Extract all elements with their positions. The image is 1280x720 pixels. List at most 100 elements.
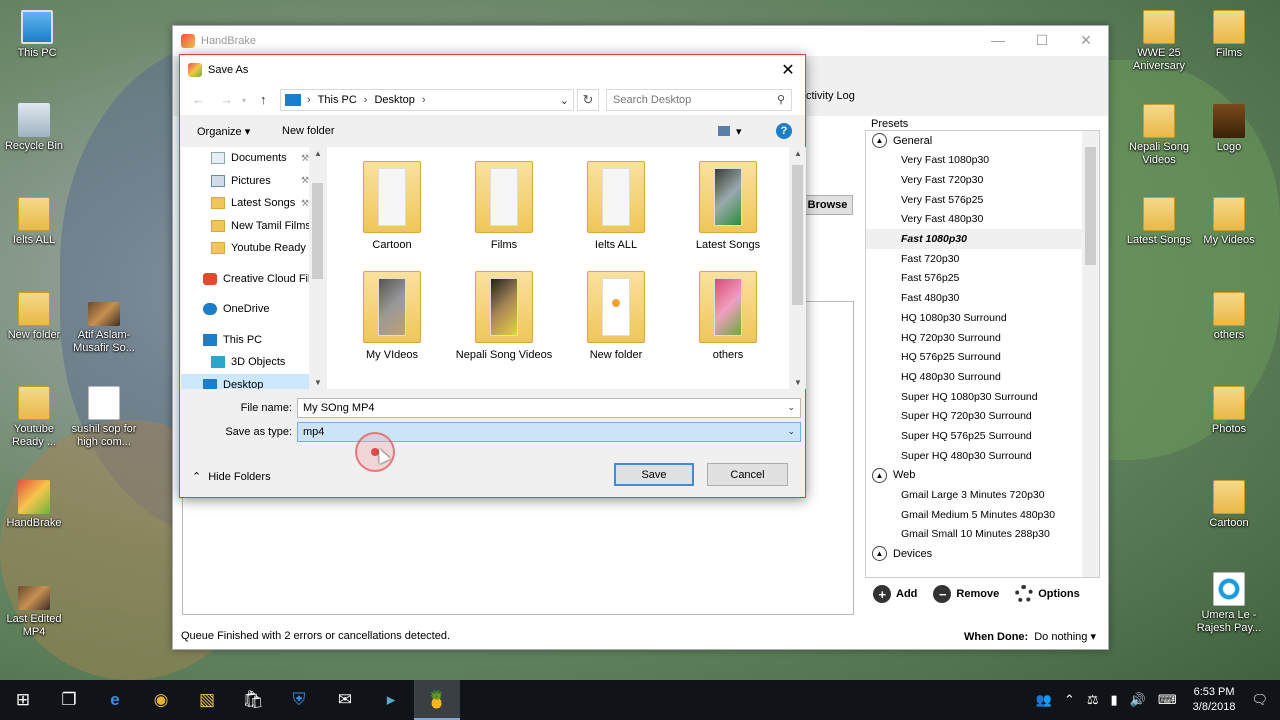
preset-item[interactable]: Fast 720p30 (866, 249, 1099, 269)
desktop-icon-recycle-bin[interactable]: Recycle Bin (0, 103, 71, 153)
start-button[interactable]: ⊞ (0, 680, 46, 720)
refresh-icon[interactable]: ↻ (577, 89, 599, 111)
new-folder-button[interactable]: New folder (282, 125, 335, 137)
taskbar-file-explorer[interactable]: ▧ (184, 680, 230, 720)
preset-group-general[interactable]: ▲ General (866, 131, 1099, 151)
desktop-icon-my-videos[interactable]: My Videos (1192, 197, 1266, 247)
preset-item[interactable]: Fast 576p25 (866, 269, 1099, 289)
desktop-icon-wwe[interactable]: WWE 25 Aniversary (1122, 10, 1196, 73)
keyboard-icon[interactable]: ⌨ (1158, 692, 1177, 708)
nav-item[interactable]: Youtube Ready U (181, 237, 325, 260)
preset-item[interactable]: Very Fast 576p25 (866, 190, 1099, 210)
preset-item[interactable]: Very Fast 480p30 (866, 210, 1099, 230)
close-icon[interactable]: ✕ (777, 59, 799, 81)
folder-item[interactable]: Films (454, 161, 554, 252)
breadcrumb-this-pc[interactable]: This PC (318, 94, 357, 106)
browse-button[interactable]: Browse (802, 195, 853, 215)
back-arrow-icon[interactable]: ← (192, 92, 205, 107)
options-button[interactable]: Options (1015, 585, 1080, 603)
preset-item[interactable]: HQ 576p25 Surround (866, 347, 1099, 367)
folder-item[interactable]: New folder (566, 271, 666, 362)
nav-item[interactable]: This PC (181, 329, 325, 352)
chevron-up-icon[interactable]: ⌃ (1064, 692, 1075, 708)
hide-folders-button[interactable]: ⌃ Hide Folders (192, 470, 271, 484)
desktop-icon-atif-aslam[interactable]: Atif Aslam-Musafir So... (67, 302, 141, 355)
desktop-icon-new-folder[interactable]: New folder (0, 292, 71, 342)
activity-log-button[interactable]: ctivity Log (806, 90, 855, 102)
preset-item[interactable]: Fast 1080p30 (866, 229, 1099, 249)
preset-item[interactable]: HQ 1080p30 Surround (866, 308, 1099, 328)
nav-item[interactable]: Pictures ⚒ (181, 170, 325, 193)
taskbar-app[interactable]: ▸ (368, 680, 414, 720)
preset-item[interactable]: Super HQ 720p30 Surround (866, 406, 1099, 426)
taskbar-mail[interactable]: ✉ (322, 680, 368, 720)
preset-item[interactable]: Super HQ 576p25 Surround (866, 426, 1099, 446)
folder-item[interactable]: My VIdeos (342, 271, 442, 362)
preset-item[interactable]: Super HQ 480p30 Surround (866, 446, 1099, 466)
nav-item[interactable]: Desktop (181, 373, 325, 389)
scroll-down-icon[interactable]: ▼ (314, 378, 322, 387)
notifications-icon[interactable]: 🗨 (1251, 692, 1268, 708)
desktop-icon-youtube-ready[interactable]: Youtube Ready ... (0, 386, 71, 449)
preset-item[interactable]: Fast 480p30 (866, 288, 1099, 308)
organize-menu[interactable]: Organize ▾ (197, 125, 250, 138)
taskbar-edge[interactable]: e (92, 680, 138, 720)
desktop-icon-ielts[interactable]: Ielts ALL (0, 197, 71, 247)
chevron-down-icon[interactable]: ⌄ (787, 426, 795, 437)
address-bar[interactable]: › This PC › Desktop › ⌄ (280, 89, 574, 111)
desktop-icon-nepali-song[interactable]: Nepali Song Videos (1122, 104, 1196, 167)
desktop-icon-last-edited[interactable]: Last Edited MP4 (0, 586, 71, 639)
nav-item[interactable]: OneDrive (181, 298, 325, 321)
desktop-icon-films[interactable]: Films (1192, 10, 1266, 60)
search-input[interactable]: Search Desktop ⚲ (606, 89, 792, 111)
preset-item[interactable]: Very Fast 720p30 (866, 170, 1099, 190)
preset-group-devices[interactable]: ▲ Devices (866, 544, 1099, 564)
desktop-icon-logo[interactable]: Logo (1192, 104, 1266, 154)
up-arrow-icon[interactable]: ↑ (260, 92, 267, 107)
desktop-icon-cartoon[interactable]: Cartoon (1192, 480, 1266, 530)
help-icon[interactable]: ? (776, 123, 792, 139)
cancel-button[interactable]: Cancel (707, 463, 788, 486)
nav-item[interactable]: Documents ⚒ (181, 147, 325, 170)
navigation-pane-scrollbar[interactable]: ▲ ▼ (309, 147, 326, 389)
preset-item[interactable]: Very Fast 1080p30 (866, 151, 1099, 171)
desktop-icon-sushil-sop[interactable]: sushil sop for high com... (67, 386, 141, 449)
desktop-icon-photos[interactable]: Photos (1192, 386, 1266, 436)
close-icon[interactable]: ✕ (1064, 26, 1108, 54)
preset-item[interactable]: Gmail Medium 5 Minutes 480p30 (866, 505, 1099, 525)
preset-item[interactable]: Gmail Large 3 Minutes 720p30 (866, 485, 1099, 505)
change-view-button[interactable]: ▾ (718, 123, 754, 139)
preset-item[interactable]: HQ 720p30 Surround (866, 328, 1099, 348)
folder-item[interactable]: Nepali Song Videos (454, 271, 554, 362)
scrollbar-thumb[interactable] (312, 183, 323, 279)
chevron-down-icon[interactable]: ⌄ (560, 94, 569, 107)
taskbar-handbrake[interactable]: 🍍 (414, 680, 460, 720)
desktop-icon-umera-le[interactable]: Umera Le - Rajesh Pay... (1192, 572, 1266, 635)
folder-item[interactable]: Ielts ALL (566, 161, 666, 252)
scroll-up-icon[interactable]: ▲ (314, 149, 322, 158)
taskbar-chrome[interactable]: ◉ (138, 680, 184, 720)
clock[interactable]: 6:53 PM 3/8/2018 (1193, 685, 1236, 715)
task-view-button[interactable]: ❐ (46, 680, 92, 720)
desktop-icon-handbrake[interactable]: HandBrake (0, 480, 71, 530)
breadcrumb-desktop[interactable]: Desktop (374, 94, 414, 106)
nav-item[interactable]: 3D Objects (181, 351, 325, 374)
scroll-up-icon[interactable]: ▲ (794, 149, 802, 158)
nav-item[interactable]: New Tamil Films (181, 215, 325, 238)
add-preset-button[interactable]: + Add (873, 585, 917, 603)
volume-icon[interactable]: 🔊 (1130, 692, 1146, 708)
taskbar-store[interactable]: 🛍 (230, 680, 276, 720)
forward-arrow-icon[interactable]: → (220, 92, 233, 107)
scrollbar-thumb[interactable] (792, 165, 803, 305)
scroll-down-icon[interactable]: ▼ (794, 378, 802, 387)
preset-item[interactable]: HQ 480p30 Surround (866, 367, 1099, 387)
chevron-down-icon[interactable]: ⌄ (787, 402, 795, 413)
desktop-icon-this-pc[interactable]: This PC (0, 10, 74, 60)
nav-item[interactable]: Creative Cloud Fil (181, 268, 325, 291)
network-icon[interactable]: ⚖ (1087, 692, 1099, 708)
desktop-icon-latest-songs[interactable]: Latest Songs (1122, 197, 1196, 247)
maximize-icon[interactable]: ☐ (1020, 26, 1064, 54)
preset-item[interactable]: Super HQ 1080p30 Surround (866, 387, 1099, 407)
minimize-icon[interactable]: — (976, 26, 1020, 54)
preset-item[interactable]: Gmail Small 10 Minutes 288p30 (866, 524, 1099, 544)
